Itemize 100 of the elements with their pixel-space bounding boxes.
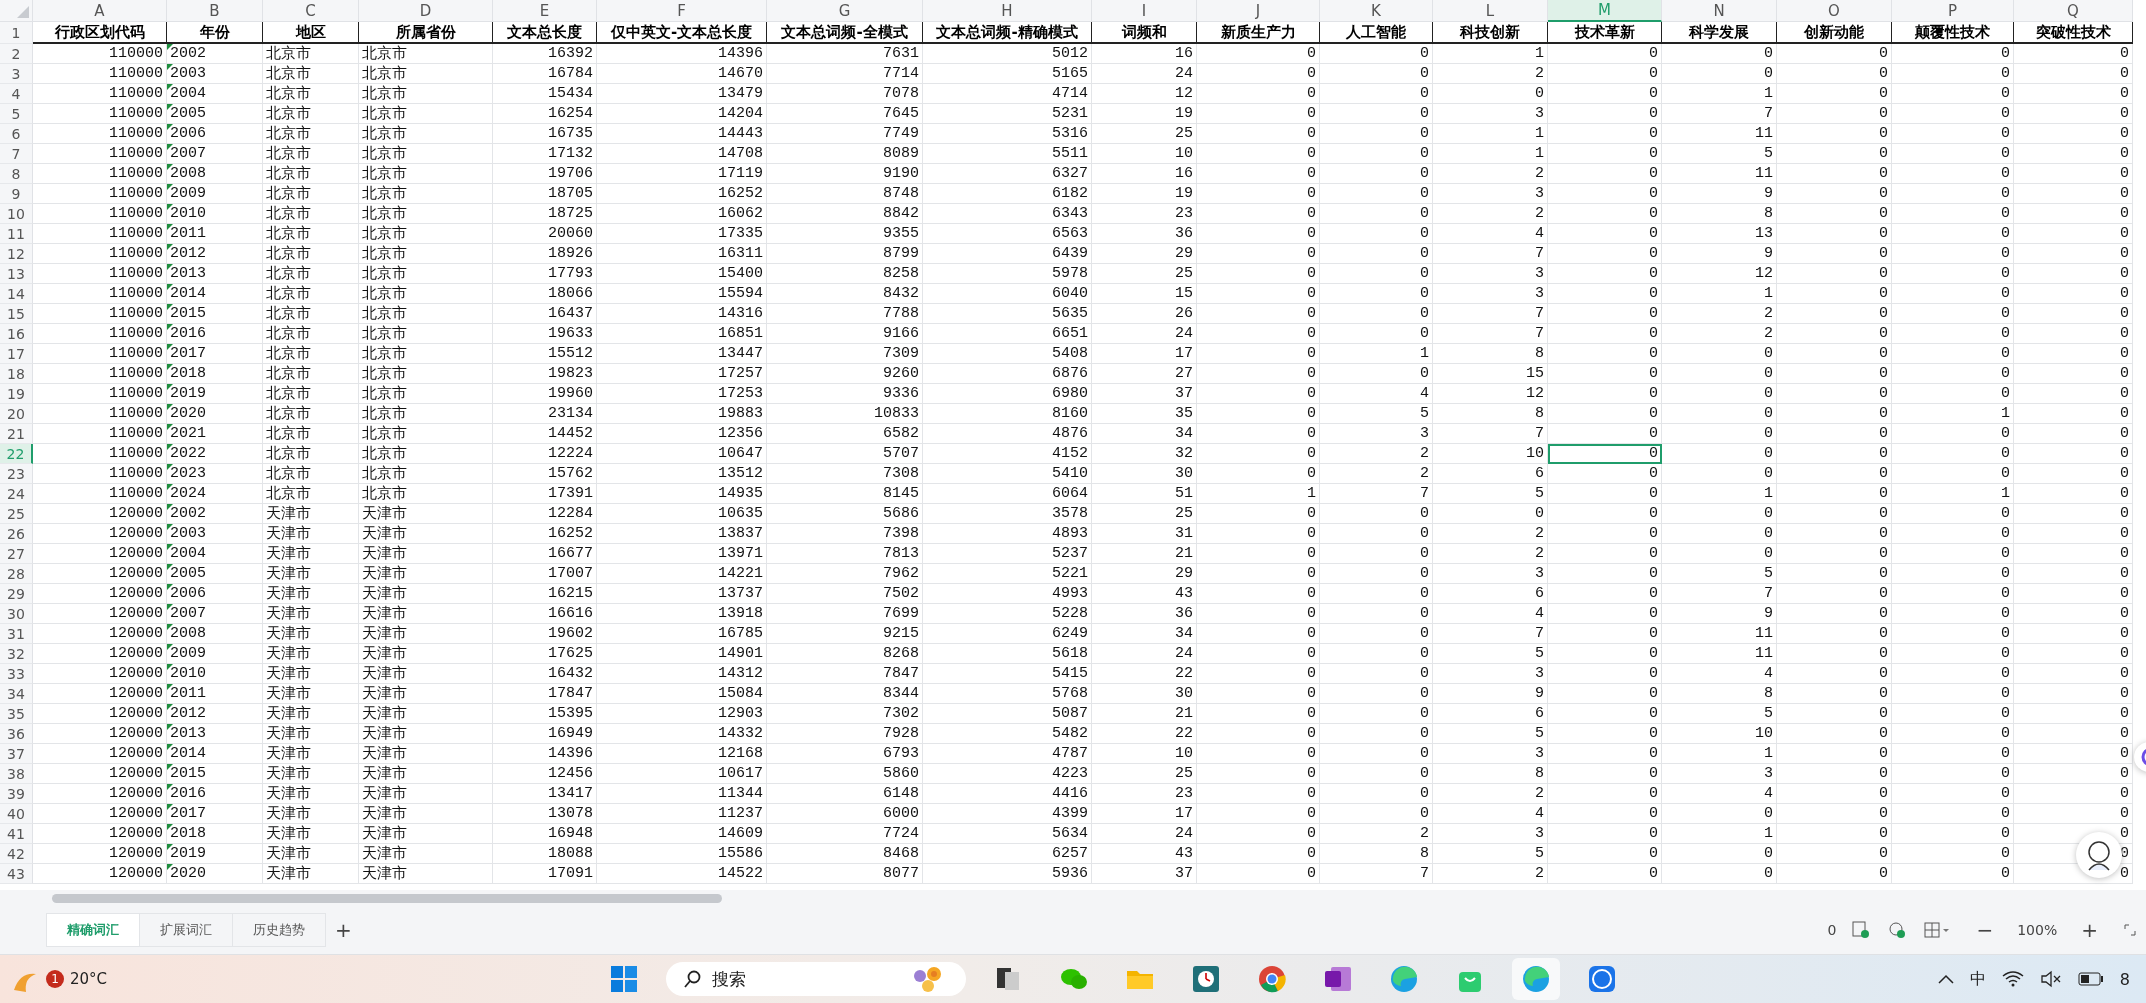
sheet-tab[interactable]: 历史趋势 (232, 913, 326, 947)
column-header[interactable]: O (1777, 0, 1892, 22)
column-header[interactable]: N (1662, 0, 1777, 22)
table-cell: 2 (1433, 784, 1548, 804)
column-header[interactable]: P (1892, 0, 2014, 22)
table-cell: 天津市 (263, 604, 359, 624)
column-header[interactable]: D (359, 0, 493, 22)
wifi-icon[interactable] (2001, 970, 2024, 988)
scrollbar-thumb[interactable] (52, 893, 722, 903)
row-header[interactable]: 41 (0, 824, 33, 844)
row-header[interactable]: 24 (0, 484, 33, 504)
row-header[interactable]: 33 (0, 664, 33, 684)
table-cell: 6182 (923, 184, 1092, 204)
row-header[interactable]: 25 (0, 504, 33, 524)
row-header[interactable]: 9 (0, 184, 33, 204)
row-header[interactable]: 31 (0, 624, 33, 644)
add-sheet-button[interactable]: + (325, 916, 362, 944)
table-cell: 0 (2014, 504, 2133, 524)
row-header[interactable]: 13 (0, 264, 33, 284)
row-header[interactable]: 27 (0, 544, 33, 564)
table-cell: 0 (1548, 364, 1662, 384)
row-header[interactable]: 5 (0, 104, 33, 124)
table-cell: 4152 (923, 444, 1092, 464)
search-box[interactable]: 搜索 (666, 962, 966, 996)
table-cell: 0 (1777, 744, 1892, 764)
muted-speaker-icon[interactable] (2039, 970, 2062, 988)
row-header[interactable]: 21 (0, 424, 33, 444)
battery-icon[interactable] (2077, 972, 2104, 986)
row-header[interactable]: 4 (0, 84, 33, 104)
row-header[interactable]: 40 (0, 804, 33, 824)
column-header[interactable]: B (167, 0, 263, 22)
column-header[interactable]: L (1433, 0, 1548, 22)
column-header[interactable]: I (1092, 0, 1197, 22)
column-header[interactable]: J (1197, 0, 1320, 22)
row-header[interactable]: 28 (0, 564, 33, 584)
column-header[interactable]: H (923, 0, 1092, 22)
row-header[interactable]: 35 (0, 704, 33, 724)
table-cell: 0 (1892, 304, 2014, 324)
row-header[interactable]: 11 (0, 224, 33, 244)
row-header[interactable]: 12 (0, 244, 33, 264)
row-header[interactable]: 30 (0, 604, 33, 624)
row-header[interactable]: 6 (0, 124, 33, 144)
column-header[interactable]: E (493, 0, 597, 22)
zoom-in-button[interactable]: + (2071, 916, 2108, 944)
table-cell: 0 (2014, 464, 2133, 484)
column-header[interactable]: A (33, 0, 167, 22)
table-cell: 8 (1433, 404, 1548, 424)
row-header[interactable]: 20 (0, 404, 33, 424)
search-icon (684, 970, 702, 988)
row-header[interactable]: 42 (0, 844, 33, 864)
row-header[interactable]: 8 (0, 164, 33, 184)
row-header[interactable]: 15 (0, 304, 33, 324)
sheet-tab[interactable]: 扩展词汇 (139, 913, 233, 947)
table-cell: 2014 (167, 284, 263, 304)
chevron-up-icon[interactable] (1937, 974, 1954, 984)
row-header[interactable]: 26 (0, 524, 33, 544)
table-cell: 2008 (167, 624, 263, 644)
table-cell: 天津市 (359, 824, 493, 844)
fullscreen-icon[interactable] (2122, 922, 2138, 938)
row-header[interactable]: 16 (0, 324, 33, 344)
row-header[interactable]: 34 (0, 684, 33, 704)
row-header[interactable]: 38 (0, 764, 33, 784)
table-cell: 7631 (767, 44, 923, 64)
row-header[interactable]: 19 (0, 384, 33, 404)
column-header[interactable]: G (767, 0, 923, 22)
row-header[interactable]: 2 (0, 44, 33, 64)
table-cell: 0 (1892, 744, 2014, 764)
assistant-avatar-icon[interactable] (2076, 832, 2122, 878)
row-header[interactable]: 3 (0, 64, 33, 84)
row-header[interactable]: 1 (0, 22, 33, 44)
table-cell: 6980 (923, 384, 1092, 404)
table-cell: 7 (1433, 424, 1548, 444)
row-header[interactable]: 29 (0, 584, 33, 604)
row-header[interactable]: 37 (0, 744, 33, 764)
row-header[interactable]: 32 (0, 644, 33, 664)
table-cell: 6439 (923, 244, 1092, 264)
table-cell: 2010 (167, 204, 263, 224)
zoom-out-button[interactable]: − (1966, 916, 2004, 944)
sheet-tab[interactable]: 精确词汇 (46, 913, 140, 947)
table-cell: 天津市 (359, 564, 493, 584)
row-header[interactable]: 23 (0, 464, 33, 484)
row-header[interactable]: 14 (0, 284, 33, 304)
table-cell: 8077 (767, 864, 923, 884)
row-header[interactable]: 10 (0, 204, 33, 224)
zoom-level[interactable]: 100% (2017, 922, 2058, 938)
column-header[interactable]: Q (2014, 0, 2133, 22)
row-header[interactable]: 39 (0, 784, 33, 804)
table-cell: 0 (1892, 644, 2014, 664)
row-header[interactable]: 36 (0, 724, 33, 744)
row-header[interactable]: 7 (0, 144, 33, 164)
row-header[interactable]: 43 (0, 864, 33, 884)
row-header[interactable]: 18 (0, 364, 33, 384)
column-header[interactable]: K (1320, 0, 1433, 22)
row-header[interactable]: 17 (0, 344, 33, 364)
input-method-indicator[interactable]: 中 (1969, 968, 1986, 990)
clock-time[interactable]: 8 (2119, 969, 2130, 989)
column-header[interactable]: C (263, 0, 359, 22)
table-cell: 3 (1320, 424, 1433, 444)
table-cell: 0 (1548, 184, 1662, 204)
column-header[interactable]: F (597, 0, 767, 22)
